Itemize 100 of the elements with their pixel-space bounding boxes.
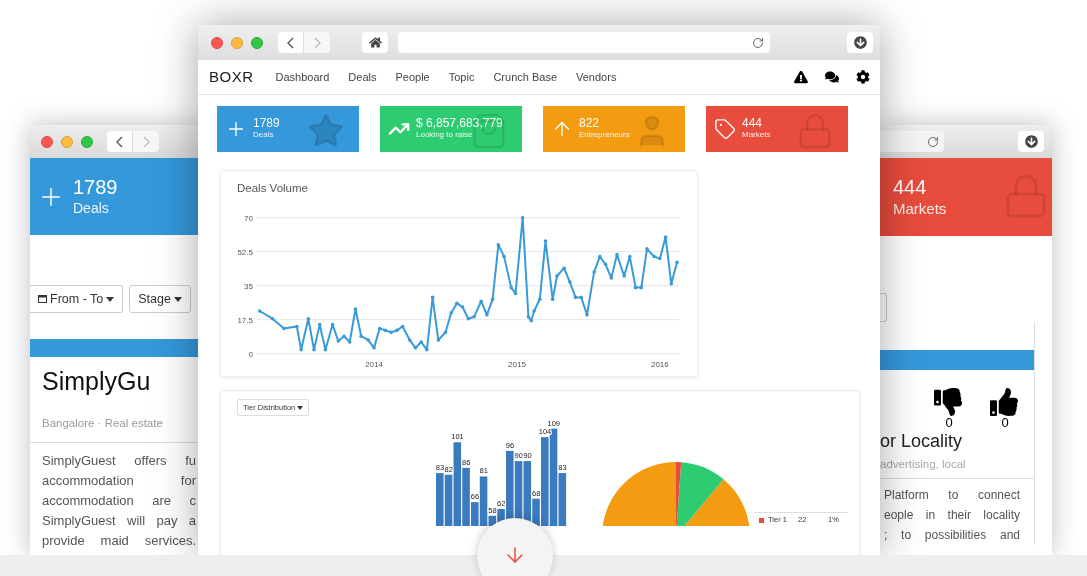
stat-value: 1789 <box>253 117 280 129</box>
data-point <box>282 326 286 331</box>
data-point <box>543 239 548 243</box>
data-point <box>663 235 668 239</box>
card-meta: advertising, local <box>880 457 967 472</box>
back-button[interactable] <box>278 32 304 53</box>
zoom-light[interactable] <box>81 135 93 148</box>
stat-value: $ 6,857,683,779 <box>416 117 503 129</box>
y-tick-label: 35 <box>244 281 253 291</box>
data-point <box>658 256 662 261</box>
data-point <box>449 311 453 315</box>
data-point <box>562 266 566 270</box>
thumbs-down-icon[interactable] <box>934 388 962 416</box>
card-meta: Bangalore · Real estate <box>42 415 164 431</box>
data-point <box>430 295 435 300</box>
warning-icon[interactable] <box>794 70 808 84</box>
chevron-right-icon <box>313 36 321 49</box>
minimize-light[interactable] <box>61 135 73 148</box>
back-button[interactable] <box>107 131 133 152</box>
data-point <box>295 324 299 329</box>
stat-value: 444 <box>893 175 927 201</box>
data-point <box>317 322 322 327</box>
stat-value: 822 <box>579 117 601 129</box>
data-point <box>330 322 335 327</box>
y-tick-label: 0 <box>248 349 253 359</box>
data-point <box>592 270 596 274</box>
x-tick-label: 2016 <box>650 360 669 369</box>
reload-icon[interactable] <box>927 135 939 148</box>
home-button[interactable] <box>362 32 388 53</box>
data-point <box>603 262 608 267</box>
chevron-right-icon <box>142 135 150 148</box>
description-text: Platform to connect eople in their locality ; to possibilities and <box>884 487 1020 545</box>
thumbs-up-icon[interactable] <box>990 388 1018 416</box>
zoom-light[interactable] <box>251 36 263 49</box>
download-icon <box>853 36 867 49</box>
download-button[interactable] <box>1018 131 1044 152</box>
caret-icon <box>173 296 182 302</box>
data-point <box>669 281 674 286</box>
data-point <box>550 297 555 302</box>
data-point <box>353 307 358 311</box>
data-point <box>419 340 423 344</box>
description-text: SimplyGuest offers fu accommodation for accommodation are c SimplyGuest will pay a provide maid services. <box>42 451 196 550</box>
stat-label: Deals <box>73 200 110 218</box>
star-icon <box>307 112 345 150</box>
data-point <box>413 346 418 350</box>
minimize-light[interactable] <box>231 36 243 49</box>
data-point <box>496 243 501 247</box>
data-point <box>532 309 536 313</box>
chevron-left-icon <box>287 36 294 49</box>
stat-label: Markets <box>893 200 947 219</box>
download-button[interactable] <box>847 32 873 53</box>
y-tick-label: 70 <box>244 213 253 223</box>
card-title: or Locality <box>880 430 964 452</box>
data-point <box>615 252 619 257</box>
download-icon <box>1024 135 1038 148</box>
data-point <box>306 316 311 321</box>
data-point <box>490 297 495 302</box>
address-bar[interactable] <box>880 131 944 152</box>
nav-link[interactable]: Vendors <box>576 68 617 86</box>
nav-link[interactable]: People <box>395 68 430 86</box>
data-point <box>502 254 506 259</box>
data-point <box>372 346 376 350</box>
data-point <box>485 313 489 317</box>
data-point <box>622 274 626 278</box>
data-point <box>257 309 262 313</box>
data-point <box>366 338 371 342</box>
chevron-left-icon <box>116 135 123 148</box>
data-point <box>407 338 412 342</box>
reload-icon[interactable] <box>752 36 764 49</box>
data-point <box>436 338 441 342</box>
settings-icon[interactable] <box>856 70 870 84</box>
data-point <box>538 297 542 302</box>
nav-link[interactable]: Crunch Base <box>493 68 557 86</box>
close-light[interactable] <box>211 36 223 49</box>
vote-count: 0 <box>945 416 953 430</box>
nav-link[interactable]: Topic <box>448 68 475 86</box>
vote-count: 0 <box>1001 416 1009 430</box>
data-point <box>675 260 679 265</box>
data-point <box>628 254 632 259</box>
stat-label: Looking to raise <box>416 129 474 141</box>
filter-dropdown[interactable]: Stage <box>129 285 191 313</box>
nav-link[interactable]: Dashboard <box>275 68 330 86</box>
data-point <box>359 334 363 338</box>
stat-label: Deals <box>253 129 275 141</box>
y-tick-label: 52.5 <box>237 247 253 257</box>
card-title: SimplyGu <box>42 366 152 397</box>
stat-value: 1789 <box>73 175 118 201</box>
data-point <box>585 313 589 317</box>
stat-label: Entrepreneurs <box>579 129 630 141</box>
data-point <box>299 348 303 352</box>
data-point <box>312 348 316 352</box>
data-point <box>347 340 352 344</box>
chat-icon[interactable] <box>825 70 839 84</box>
data-point <box>568 280 572 284</box>
stat-label: Markets <box>742 129 771 141</box>
filter-dropdown[interactable]: From - To <box>30 285 124 313</box>
data-point <box>520 215 525 220</box>
nav-link[interactable]: Deals <box>348 68 377 86</box>
close-light[interactable] <box>41 135 53 148</box>
brand-logo[interactable]: BOXR <box>209 65 254 89</box>
